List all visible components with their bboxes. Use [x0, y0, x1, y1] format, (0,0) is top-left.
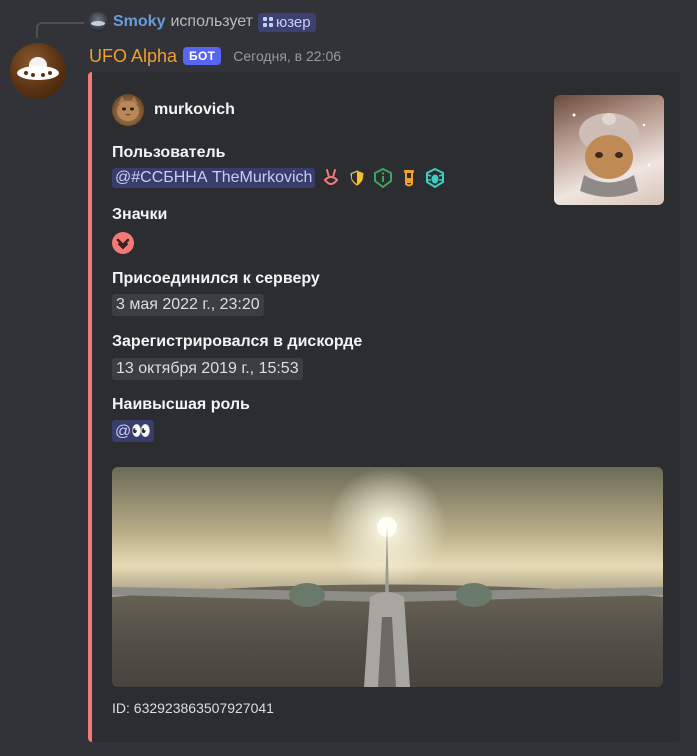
cat-avatar-icon	[117, 96, 139, 121]
embed-thumbnail[interactable]	[554, 95, 664, 205]
tube-badge-icon[interactable]	[399, 168, 419, 188]
user-info-embed: murkovich Пользователь @#ССБННА TheMurko…	[88, 72, 680, 742]
registered-date: 13 октября 2019 г., 15:53	[112, 358, 303, 380]
field-registered-value: 13 октября 2019 г., 15:53	[112, 358, 303, 380]
ufo-icon	[17, 57, 59, 80]
reply-action-text: использует	[170, 13, 253, 30]
airplane-image	[112, 467, 663, 687]
field-joined-value: 3 мая 2022 г., 23:20	[112, 294, 264, 316]
embed-footer-id: ID: 632923863507927041	[112, 700, 274, 716]
embed-author: murkovich	[112, 94, 235, 126]
role-mention[interactable]: @👀	[112, 420, 155, 442]
slash-command-chip[interactable]: юзер	[257, 12, 316, 32]
reply-user-avatar[interactable]	[88, 12, 108, 32]
field-registered-label: Зарегистрировался в дискорде	[112, 333, 363, 350]
message-header: UFO Alpha БОТ Сегодня, в 22:06	[89, 43, 341, 69]
chevron-badge-icon[interactable]	[112, 232, 134, 254]
user-mention[interactable]: @#ССБННА TheMurkovich	[112, 168, 316, 188]
cat-in-hat-thumbnail	[572, 113, 651, 197]
shield-badge-icon[interactable]	[347, 168, 367, 188]
field-joined-label: Присоединился к серверу	[112, 270, 320, 287]
reply-user-name[interactable]: Smoky	[113, 13, 165, 31]
field-role-value: @👀	[112, 420, 155, 442]
info-badge-icon[interactable]	[373, 168, 393, 188]
embed-author-name[interactable]: murkovich	[154, 101, 235, 119]
message-timestamp[interactable]: Сегодня, в 22:06	[233, 48, 341, 64]
author-name[interactable]: UFO Alpha	[89, 46, 177, 67]
embed-author-avatar	[112, 94, 144, 126]
slash-command-name: юзер	[275, 13, 311, 31]
reply-context[interactable]: Smoky использует юзер	[88, 10, 316, 34]
app-command-icon	[262, 17, 273, 27]
reply-spine	[36, 22, 84, 38]
bot-tag: БОТ	[183, 47, 222, 65]
field-role-label: Наивысшая роль	[112, 396, 250, 413]
field-badges-value	[112, 232, 134, 254]
joined-date: 3 мая 2022 г., 23:20	[112, 294, 264, 316]
field-user-label: Пользователь	[112, 144, 226, 161]
field-user-value: @#ССБННА TheMurkovich	[112, 168, 445, 188]
field-badges-label: Значки	[112, 206, 168, 223]
bug-hunter-badge-icon[interactable]	[425, 168, 445, 188]
bot-avatar[interactable]	[10, 43, 66, 99]
embed-image[interactable]	[112, 467, 663, 687]
bunny-badge-icon[interactable]	[321, 168, 341, 188]
